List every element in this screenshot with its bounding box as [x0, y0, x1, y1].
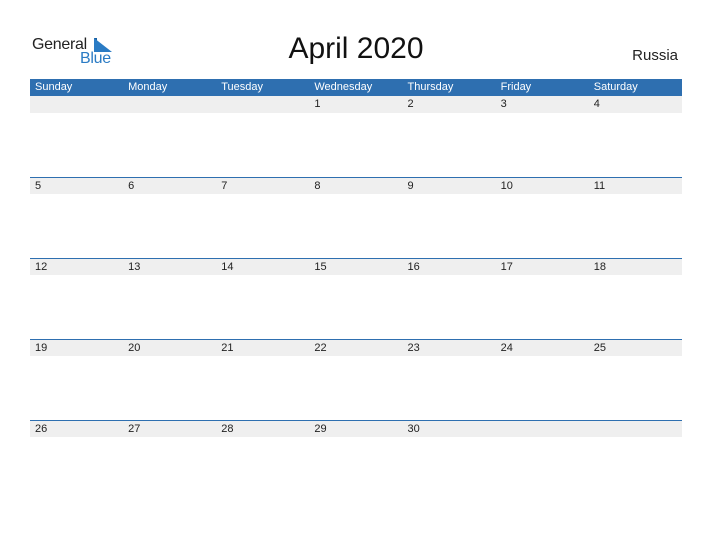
day-cell: 12	[35, 261, 48, 273]
date-strip: 1 2 3 4	[30, 96, 682, 113]
week-row-4: 19 20 21 22 23 24 25	[30, 339, 682, 356]
day-cell	[30, 96, 123, 113]
day-cell: 10	[500, 180, 513, 192]
day-cell: 11	[593, 180, 606, 192]
weekday-friday: Friday	[500, 81, 532, 93]
day-cell: 8	[314, 180, 321, 192]
calendar-title: April 2020	[288, 32, 424, 65]
day-cell: 5	[35, 180, 42, 192]
weekday-monday: Monday	[128, 81, 168, 93]
week-row-1: 1 2 3 4	[30, 96, 682, 113]
day-cell: 25	[593, 342, 606, 354]
day-cell	[589, 421, 682, 437]
country-label: Russia	[632, 47, 678, 64]
day-cell: 23	[407, 342, 420, 354]
day-cell: 28	[221, 423, 234, 435]
day-cell: 22	[314, 342, 327, 354]
day-cell: 9	[407, 180, 414, 192]
day-cell: 21	[221, 342, 234, 354]
day-cell	[123, 96, 216, 113]
day-cell: 13	[128, 261, 141, 273]
day-cell: 24	[500, 342, 513, 354]
day-cell: 1	[314, 98, 321, 110]
day-cell: 16	[407, 261, 420, 273]
day-cell: 17	[500, 261, 513, 273]
day-cell: 15	[314, 261, 327, 273]
week-row-2: 5 6 7 8 9 10 11	[30, 177, 682, 194]
weekday-saturday: Saturday	[593, 81, 638, 93]
weekday-header-row: Sunday Monday Tuesday Wednesday Thursday…	[30, 79, 682, 96]
date-strip: 19 20 21 22 23 24 25	[30, 340, 682, 356]
day-cell: 26	[35, 423, 48, 435]
weekday-wednesday: Wednesday	[314, 81, 373, 93]
date-strip: 5 6 7 8 9 10 11	[30, 178, 682, 194]
day-cell: 18	[593, 261, 606, 273]
week-row-3: 12 13 14 15 16 17 18	[30, 258, 682, 275]
date-strip: 26 27 28 29 30	[30, 421, 682, 437]
week-row-5: 26 27 28 29 30	[30, 420, 682, 437]
day-cell: 3	[500, 98, 507, 110]
weekday-tuesday: Tuesday	[221, 81, 264, 93]
day-cell: 19	[35, 342, 48, 354]
day-cell	[496, 421, 589, 437]
day-cell: 4	[593, 98, 600, 110]
calendar-grid: Sunday Monday Tuesday Wednesday Thursday…	[30, 79, 682, 437]
day-cell: 14	[221, 261, 234, 273]
day-cell: 6	[128, 180, 135, 192]
day-cell: 27	[128, 423, 141, 435]
day-cell: 29	[314, 423, 327, 435]
date-strip: 12 13 14 15 16 17 18	[30, 259, 682, 275]
day-cell: 20	[128, 342, 141, 354]
day-cell: 2	[407, 98, 414, 110]
weekday-thursday: Thursday	[407, 81, 454, 93]
weekday-sunday: Sunday	[35, 81, 73, 93]
day-cell: 30	[407, 423, 420, 435]
day-cell: 7	[221, 180, 228, 192]
day-cell	[216, 96, 309, 113]
